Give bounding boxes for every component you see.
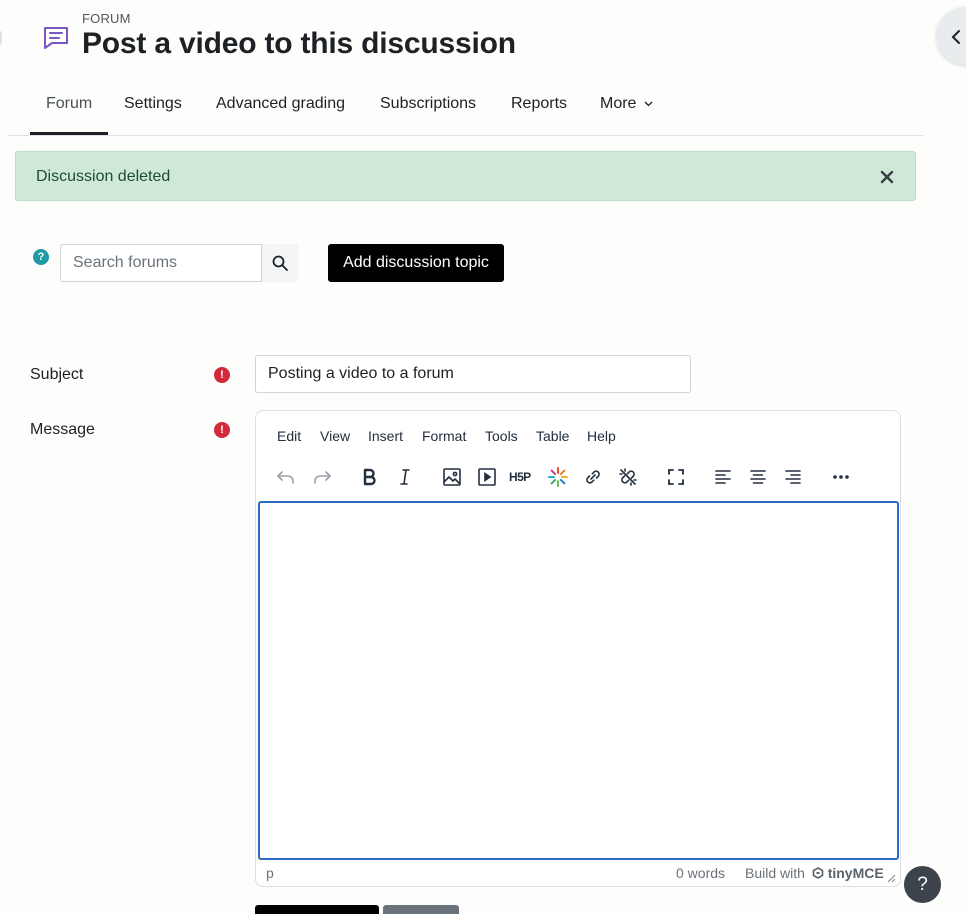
link-icon[interactable] [581,465,605,489]
chevron-down-icon [644,101,653,107]
tinymce-logo-icon [812,867,824,879]
fullscreen-icon[interactable] [664,465,688,489]
unlink-icon[interactable] [616,465,640,489]
more-icon[interactable] [829,465,853,489]
tab-more[interactable]: More [600,95,653,113]
tinymce-branding[interactable]: Build with tinyMCE [745,865,884,881]
message-label: Message [30,421,95,438]
help-fab-button[interactable]: ? [904,866,941,903]
tab-forum[interactable]: Forum [46,95,92,113]
alert-message: Discussion deleted [36,168,171,185]
menu-tools[interactable]: Tools [485,428,518,444]
drawer-toggle-button[interactable] [936,7,966,65]
media-icon[interactable] [475,465,499,489]
cancel-button[interactable] [383,905,459,914]
bold-icon[interactable] [357,465,381,489]
tab-settings[interactable]: Settings [124,95,182,113]
page-title: Post a video to this discussion [82,27,516,60]
editor-statusbar: p 0 words Build with tinyMCE [256,863,900,887]
active-tab-indicator [30,132,108,135]
search-button[interactable] [261,244,298,282]
page-kicker: FORUM [82,11,131,26]
menu-view[interactable]: View [320,428,350,444]
tab-reports[interactable]: Reports [511,95,567,113]
h5p-icon[interactable]: H5P [509,469,537,493]
required-icon: ! [214,422,230,438]
menu-help[interactable]: Help [587,428,616,444]
required-icon: ! [214,367,230,383]
secondary-navigation: Forum Settings Advanced grading Subscrip… [8,76,924,136]
search-help-icon[interactable]: ? [33,249,49,265]
subject-label: Subject [30,366,84,383]
post-to-forum-button[interactable] [255,905,379,914]
undo-icon[interactable] [274,465,298,489]
tab-advanced-grading[interactable]: Advanced grading [216,95,345,113]
italic-icon[interactable] [393,465,417,489]
chevron-left-icon [951,30,960,44]
resize-handle-icon[interactable] [886,873,896,883]
close-icon[interactable] [879,169,895,185]
tab-more-label: More [600,95,637,112]
kaltura-icon[interactable] [546,465,570,489]
menu-insert[interactable]: Insert [368,428,403,444]
menu-edit[interactable]: Edit [277,428,301,444]
editor-content-area[interactable] [258,501,899,860]
align-right-icon[interactable] [781,465,805,489]
build-with-text: Build with [745,865,805,881]
forum-chat-icon [40,22,72,54]
search-input[interactable] [61,245,261,281]
tab-subscriptions[interactable]: Subscriptions [380,95,476,113]
tinymce-brand: tinyMCE [827,865,884,881]
align-left-icon[interactable] [711,465,735,489]
word-count[interactable]: 0 words [676,865,725,881]
search-forums-group [60,244,298,282]
subject-input[interactable] [255,355,691,393]
rich-text-editor: Edit View Insert Format Tools Table Help… [255,410,901,887]
element-path[interactable]: p [266,865,274,881]
search-icon [272,255,288,271]
menu-table[interactable]: Table [536,428,569,444]
add-discussion-topic-button[interactable]: Add discussion topic [328,244,504,282]
menu-format[interactable]: Format [422,428,466,444]
redo-icon[interactable] [310,465,334,489]
image-icon[interactable] [440,465,464,489]
success-alert: Discussion deleted [15,151,916,201]
align-center-icon[interactable] [746,465,770,489]
page-edge-handle [0,30,2,46]
